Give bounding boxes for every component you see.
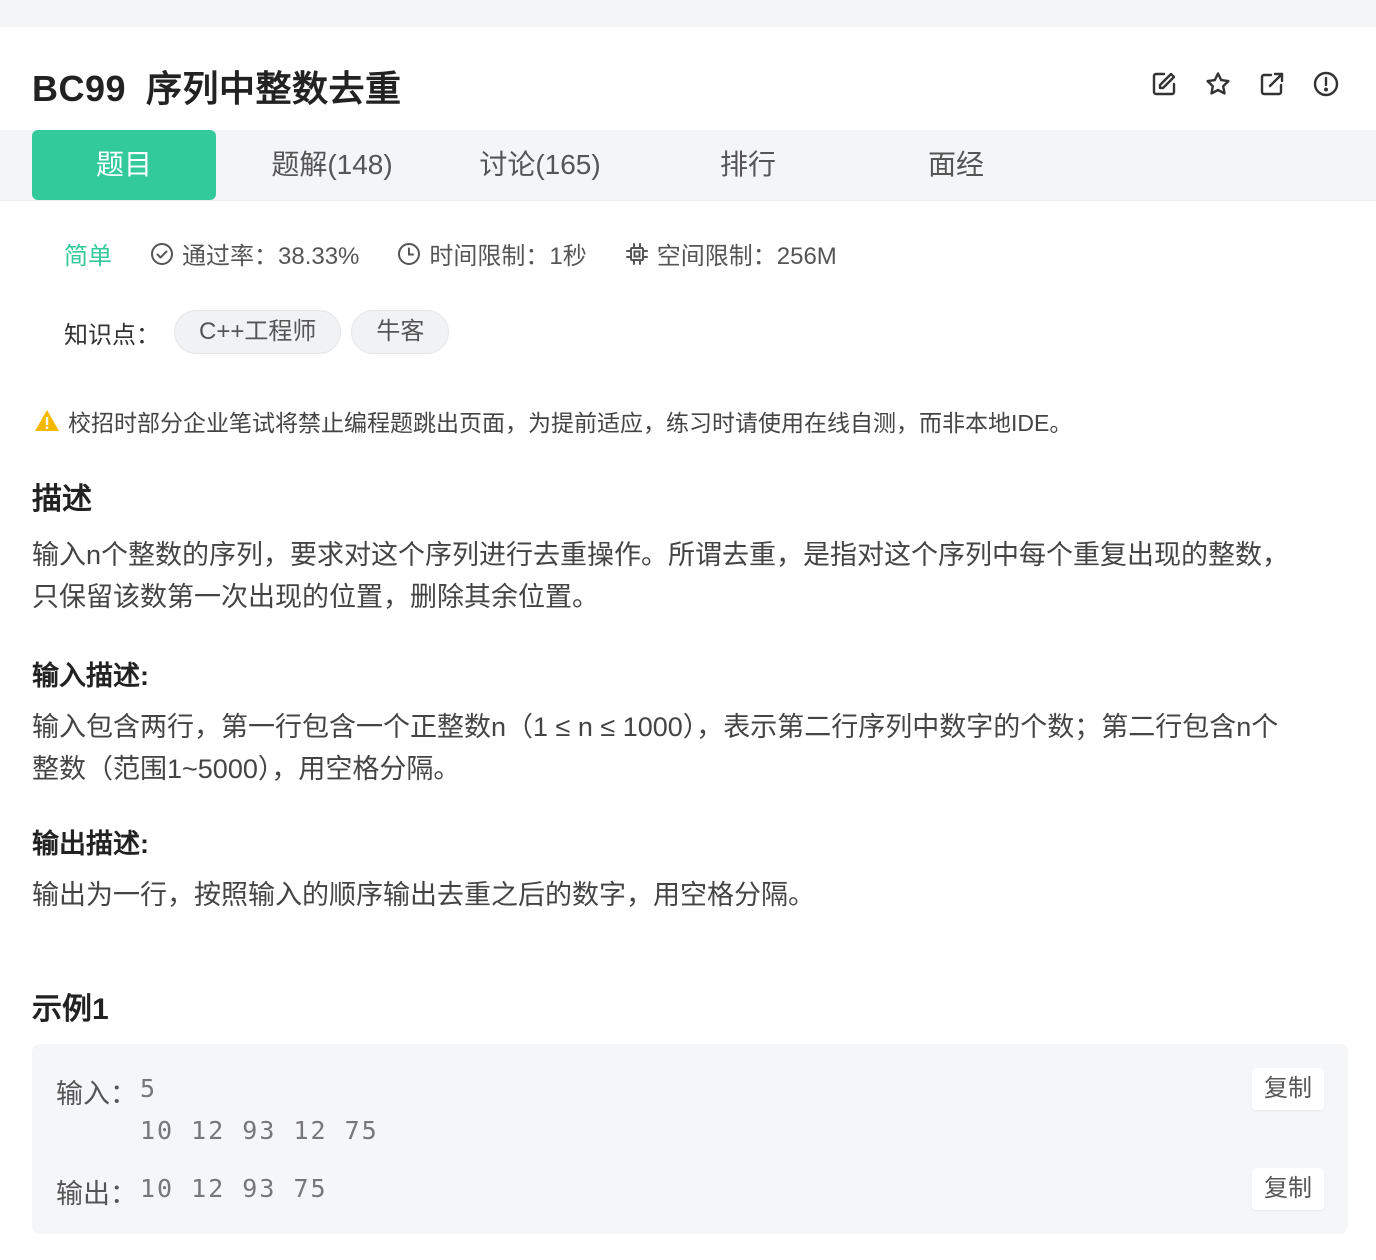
input-description-line: 整数（范围1~5000），用空格分隔。 <box>32 754 461 784</box>
copy-output-button[interactable]: 复制 <box>1252 1168 1324 1210</box>
warning-notice: 校招时部分企业笔试将禁止编程题跳出页面，为提前适应，练习时请使用在线自测，而非本… <box>34 404 1072 438</box>
top-strip <box>0 0 1376 27</box>
warning-text: 校招时部分企业笔试将禁止编程题跳出页面，为提前适应，练习时请使用在线自测，而非本… <box>68 410 1073 436</box>
report-icon <box>1313 71 1339 97</box>
knowledge-points: 知识点： C++工程师 牛客 <box>64 310 459 354</box>
favorite-button[interactable] <box>1204 70 1232 98</box>
copy-input-button[interactable]: 复制 <box>1252 1068 1324 1110</box>
example-output-label: 输出： <box>56 1179 137 1209</box>
example-box: 输入： 5 10 12 93 12 75 复制 输出： 10 12 93 75 … <box>32 1044 1348 1234</box>
tab-solutions[interactable]: 题解(148) <box>240 130 424 200</box>
problem-id: BC99 <box>32 68 127 109</box>
edit-button[interactable] <box>1150 70 1178 98</box>
description-text: 输入n个整数的序列，要求对这个序列进行去重操作。所谓去重，是指对这个序列中每个重… <box>32 534 1342 618</box>
share-icon <box>1260 72 1284 96</box>
knowledge-label: 知识点： <box>64 321 160 349</box>
input-description-line: 输入包含两行，第一行包含一个正整数n（1 ≤ n ≤ 1000），表示第二行序列… <box>32 712 1279 742</box>
star-icon <box>1206 72 1230 95</box>
pass-rate-text: 通过率：38.33% <box>182 243 360 270</box>
example-input-line: 10 12 93 12 75 <box>140 1116 379 1145</box>
edit-icon <box>1152 72 1176 96</box>
check-circle-icon <box>151 242 173 265</box>
tab-ranking[interactable]: 排行 <box>656 130 840 200</box>
chip-icon <box>625 242 648 265</box>
tab-discussion[interactable]: 讨论(165) <box>448 130 632 200</box>
description-line: 输入n个整数的序列，要求对这个序列进行去重操作。所谓去重，是指对这个序列中每个重… <box>32 540 1290 570</box>
title-actions <box>1150 70 1340 98</box>
share-button[interactable] <box>1258 70 1286 98</box>
description-line: 只保留该数第一次出现的位置，删除其余位置。 <box>32 582 599 612</box>
example-heading: 示例1 <box>32 993 109 1026</box>
problem-title: 序列中整数去重 <box>146 68 402 109</box>
example-input-label: 输入： <box>56 1079 137 1109</box>
example-output-line: 10 12 93 75 <box>140 1174 328 1203</box>
tab-interview[interactable]: 面经 <box>864 130 1048 200</box>
output-description-heading: 输出描述: <box>32 829 149 859</box>
input-description-heading: 输入描述: <box>32 661 149 691</box>
memory-limit-text: 空间限制：256M <box>656 243 837 270</box>
output-description-text: 输出为一行，按照输入的顺序输出去重之后的数字，用空格分隔。 <box>32 874 1342 916</box>
tab-bar: 题目 题解(148) 讨论(165) 排行 面经 <box>0 130 1376 201</box>
time-limit: 时间限制：1秒 <box>397 236 587 271</box>
problem-meta: 简单 通过率：38.33% 时间限制：1秒 空间限制：256M <box>64 236 875 271</box>
description-heading: 描述 <box>32 483 92 516</box>
page-title: BC99 序列中整数去重 <box>32 60 402 112</box>
memory-limit: 空间限制：256M <box>625 236 837 271</box>
pass-rate: 通过率：38.33% <box>150 236 359 271</box>
example-input-line: 5 <box>140 1074 158 1103</box>
clock-icon <box>398 242 421 265</box>
input-description-text: 输入包含两行，第一行包含一个正整数n（1 ≤ n ≤ 1000），表示第二行序列… <box>32 706 1342 790</box>
output-description-line: 输出为一行，按照输入的顺序输出去重之后的数字，用空格分隔。 <box>32 880 815 910</box>
knowledge-tag[interactable]: C++工程师 <box>174 310 342 354</box>
knowledge-tag[interactable]: 牛客 <box>351 310 450 354</box>
report-button[interactable] <box>1312 70 1340 98</box>
time-limit-text: 时间限制：1秒 <box>429 243 587 270</box>
tab-problem[interactable]: 题目 <box>32 130 216 200</box>
warning-icon <box>35 410 59 431</box>
difficulty-badge: 简单 <box>64 243 112 270</box>
